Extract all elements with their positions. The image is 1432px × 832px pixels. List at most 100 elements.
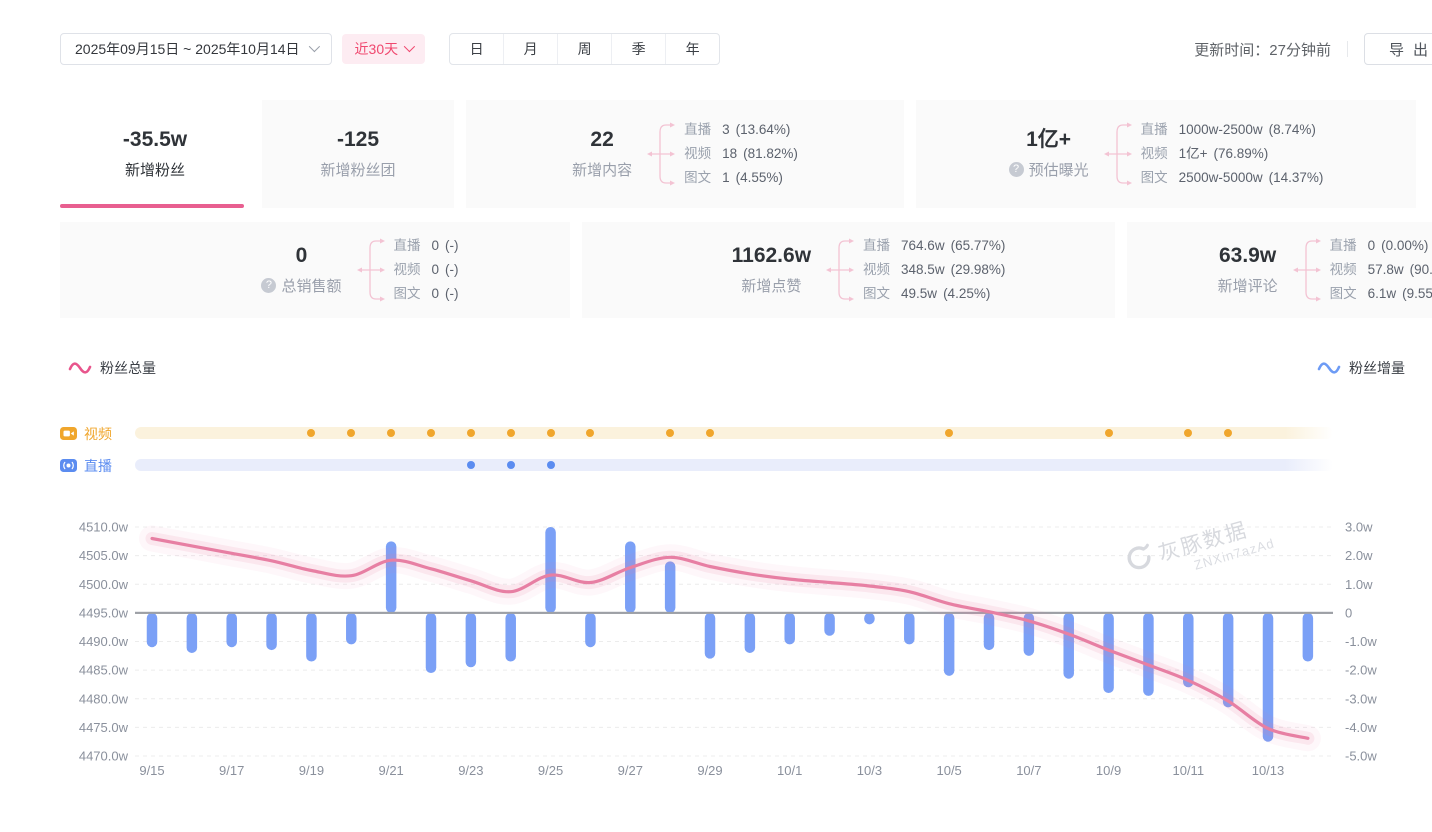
delta-bar: [824, 613, 835, 636]
left-axis-tick: 4480.0w: [79, 691, 129, 706]
tab-week[interactable]: 周: [557, 34, 611, 64]
stat-value-block: 63.9w新增评论: [1218, 244, 1278, 296]
blue-wave-icon: [1317, 361, 1341, 375]
breakdown-row: 视频348.5w(29.98%): [863, 261, 1005, 279]
stat-card-new-likes[interactable]: 1162.6w新增点赞 直播764.6w(65.77%) 视频348.5w(29.…: [582, 222, 1115, 318]
breakdown-rows: 直播1000w-2500w(8.74%)视频1亿+(76.89%)图文2500w…: [1141, 121, 1324, 187]
delta-bar: [904, 613, 915, 644]
legend-fans-total[interactable]: 粉丝总量: [68, 358, 156, 378]
x-axis-tick: 10/5: [936, 763, 961, 778]
video-row-label: 视频: [84, 424, 112, 444]
period-tab-group: 日月周季年: [449, 33, 720, 65]
breakdown-tree-icon: [823, 228, 857, 312]
stat-card-new-comments[interactable]: 63.9w新增评论 直播0(0.00%)视频57.8w(90.45%)图文6.1…: [1127, 222, 1432, 318]
breakdown-tree-icon: [644, 112, 678, 196]
breakdown-row: 直播764.6w(65.77%): [863, 237, 1005, 255]
video-dot: [586, 429, 594, 437]
stat-value-block: -35.5w新增粉丝: [123, 128, 187, 180]
stat-card-estimated-exposure[interactable]: 1亿+?预估曝光 直播1000w-2500w(8.74%)视频1亿+(76.89…: [916, 100, 1416, 208]
video-dot: [1224, 429, 1232, 437]
stat-card-new-content[interactable]: 22新增内容 直播3(13.64%)视频18(81.82%)图文1(4.55%): [466, 100, 904, 208]
live-dot: [547, 461, 555, 469]
x-axis-tick: 10/11: [1172, 763, 1204, 778]
x-axis-tick: 9/29: [697, 763, 722, 778]
breakdown-row: 图文49.5w(4.25%): [863, 285, 1005, 303]
stats-row-2: 0 ?总销售额 直播0(-) 视频0(-) 图文0(-) 1162.6w新增点赞 直播7…: [60, 222, 1432, 318]
left-axis-tick: 4475.0w: [79, 720, 129, 735]
x-axis-tick: 10/13: [1252, 763, 1285, 778]
toolbar: 2025年09月15日 ~ 2025年10月14日 近30天 日月周季年 更新时…: [60, 33, 1432, 65]
left-axis-tick: 4510.0w: [79, 520, 129, 535]
stat-value-block: 22新增内容: [572, 128, 632, 180]
breakdown-row: 图文0(-): [394, 285, 459, 303]
tab-year[interactable]: 年: [665, 34, 719, 64]
video-dot: [307, 429, 315, 437]
x-axis-tick: 9/25: [538, 763, 563, 778]
x-axis-tick: 10/3: [857, 763, 882, 778]
tab-month[interactable]: 月: [503, 34, 557, 64]
live-timeline-row: 直播: [0, 457, 1432, 473]
right-axis-tick: -1.0w: [1345, 634, 1377, 649]
stat-label: ?总销售额: [261, 275, 341, 296]
video-dot: [347, 429, 355, 437]
delta-bar: [466, 613, 477, 667]
legend-fans-delta[interactable]: 粉丝增量: [1317, 358, 1405, 378]
help-icon[interactable]: ?: [261, 278, 276, 293]
fans-trend-chart: 4510.0w3.0w4505.0w2.0w4500.0w1.0w4495.0w…: [0, 500, 1432, 810]
stat-card-total-sales[interactable]: 0 ?总销售额 直播0(-) 视频0(-) 图文0(-): [60, 222, 570, 318]
delta-bar: [864, 613, 875, 624]
live-dot: [507, 461, 515, 469]
stat-value-block: -125新增粉丝团: [320, 128, 395, 180]
tab-day[interactable]: 日: [450, 34, 503, 64]
breakdown-row: 视频57.8w(90.45%): [1330, 261, 1432, 279]
breakdown-rows: 直播3(13.64%)视频18(81.82%)图文1(4.55%): [684, 121, 798, 187]
delta-bar: [426, 613, 437, 673]
stat-value: -35.5w: [123, 128, 187, 152]
video-dot: [507, 429, 515, 437]
divider: [1347, 41, 1348, 57]
video-icon: [60, 426, 77, 441]
delta-bar: [585, 613, 596, 647]
video-dot: [387, 429, 395, 437]
breakdown-tree-icon: [1101, 112, 1135, 196]
right-axis-tick: -5.0w: [1345, 749, 1377, 764]
x-axis-tick: 9/21: [378, 763, 403, 778]
quick-range-button[interactable]: 近30天: [342, 34, 426, 64]
right-axis-tick: 3.0w: [1345, 520, 1373, 535]
stat-value: -125: [320, 128, 395, 152]
breakdown-row: 直播0(0.00%): [1330, 237, 1432, 255]
left-axis-tick: 4500.0w: [79, 577, 129, 592]
tab-quarter[interactable]: 季: [611, 34, 665, 64]
stat-value: 0: [261, 244, 341, 268]
help-icon[interactable]: ?: [1009, 162, 1024, 177]
export-button[interactable]: 导出: [1364, 33, 1432, 65]
chevron-down-icon: [404, 40, 415, 51]
legend-label: 粉丝增量: [1349, 358, 1405, 378]
delta-bar: [187, 613, 198, 653]
video-dot: [427, 429, 435, 437]
left-axis-tick: 4485.0w: [79, 663, 129, 678]
right-axis-tick: -2.0w: [1345, 663, 1377, 678]
live-track: [135, 459, 1333, 471]
breakdown-row: 视频0(-): [394, 261, 459, 279]
stat-card-new-fan-club[interactable]: -125新增粉丝团: [262, 100, 454, 208]
x-axis-tick: 9/19: [299, 763, 324, 778]
breakdown-row: 直播1000w-2500w(8.74%): [1141, 121, 1324, 139]
video-dot: [547, 429, 555, 437]
video-timeline-row: 视频: [0, 425, 1432, 441]
x-axis-tick: 9/15: [139, 763, 164, 778]
stat-card-new-followers[interactable]: -35.5w新增粉丝: [60, 100, 250, 208]
right-axis-tick: 2.0w: [1345, 548, 1373, 563]
legend-label: 粉丝总量: [100, 358, 156, 378]
stat-value: 1162.6w: [732, 244, 811, 268]
stat-value: 1亿+: [1009, 128, 1089, 152]
breakdown-row: 视频1亿+(76.89%): [1141, 145, 1324, 163]
breakdown-row: 直播0(-): [394, 237, 459, 255]
total-line-glow: [152, 539, 1308, 739]
video-dot: [945, 429, 953, 437]
stat-value-block: 1162.6w新增点赞: [732, 244, 811, 296]
right-axis-tick: -3.0w: [1345, 691, 1377, 706]
delta-bar: [346, 613, 357, 644]
date-range-picker[interactable]: 2025年09月15日 ~ 2025年10月14日: [60, 33, 332, 65]
stat-value: 63.9w: [1218, 244, 1278, 268]
